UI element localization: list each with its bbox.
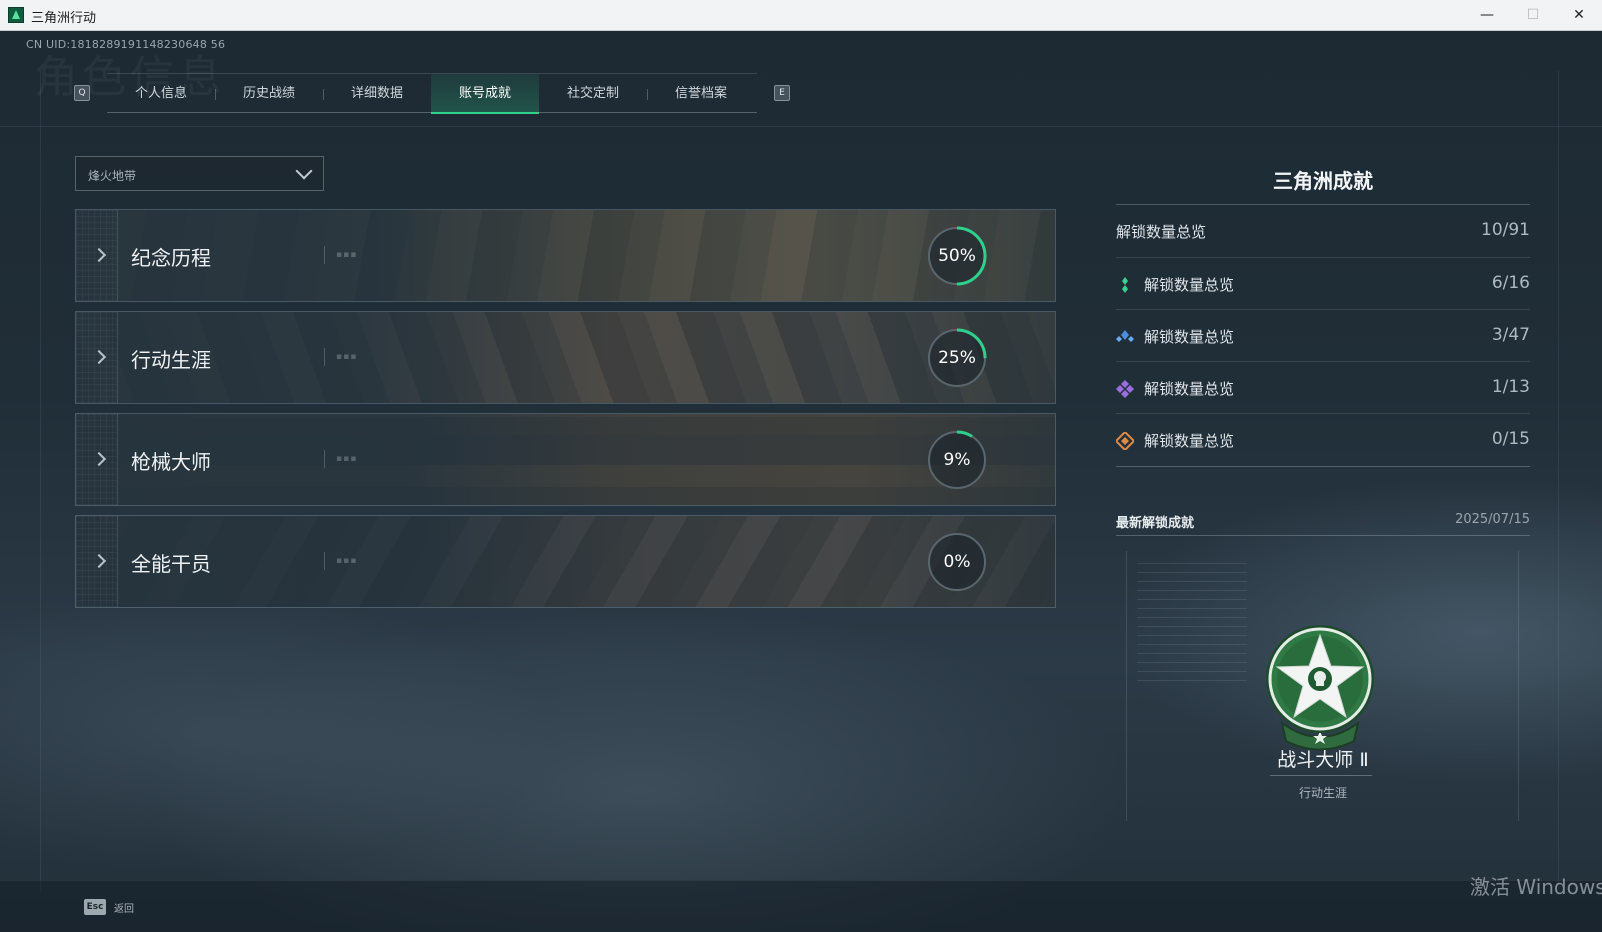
progress-percent: 0% bbox=[943, 552, 971, 572]
stat-label: 解锁数量总览 bbox=[1116, 223, 1207, 241]
tab-profile[interactable]: 个人信息 bbox=[107, 74, 215, 114]
window-titlebar: 三角洲行动 — ☐ ✕ bbox=[0, 0, 1602, 31]
category-label: 枪械大师 bbox=[131, 450, 211, 474]
progress-percent: 9% bbox=[943, 450, 971, 470]
tab-social[interactable]: 社交定制 bbox=[539, 74, 647, 114]
card-divider bbox=[324, 552, 325, 570]
category-card-memorial[interactable]: 纪念历程 ▪▪▪ 50% bbox=[75, 209, 1056, 302]
stat-row-total: 解锁数量总览 10/91 bbox=[1116, 205, 1530, 257]
next-tab-key[interactable]: E bbox=[774, 85, 790, 101]
minimize-button[interactable]: — bbox=[1464, 0, 1510, 31]
stat-value: 6/16 bbox=[1491, 273, 1530, 293]
category-label: 全能干员 bbox=[131, 552, 211, 576]
mode-select-value: 烽火地带 bbox=[88, 169, 137, 183]
category-label: 行动生涯 bbox=[131, 348, 211, 372]
orange-gem-icon bbox=[1116, 432, 1134, 450]
card-background bbox=[76, 312, 1055, 403]
tab-details[interactable]: 详细数据 bbox=[323, 74, 431, 114]
stat-value: 0/15 bbox=[1491, 429, 1530, 449]
stat-row-orange: 解锁数量总览 0/15 bbox=[1116, 413, 1530, 465]
panel-divider bbox=[1116, 535, 1530, 536]
card-dots-icon: ▪▪▪ bbox=[336, 352, 358, 362]
purple-gem-icon bbox=[1116, 380, 1134, 398]
tab-achievements[interactable]: 账号成就 bbox=[431, 74, 539, 114]
card-dots-icon: ▪▪▪ bbox=[336, 454, 358, 464]
panel-title: 三角洲成就 bbox=[1273, 169, 1373, 193]
card-background bbox=[76, 414, 1055, 505]
window-title: 三角洲行动 bbox=[31, 11, 97, 26]
latest-achievement-date: 2025/07/15 bbox=[1455, 512, 1530, 527]
showcase-decoration bbox=[1137, 563, 1247, 683]
grid-line bbox=[40, 71, 41, 891]
stat-value: 3/47 bbox=[1491, 325, 1530, 345]
mode-select[interactable]: 烽火地带 bbox=[75, 156, 324, 191]
stat-row-purple: 解锁数量总览 1/13 bbox=[1116, 361, 1530, 413]
prev-tab-key[interactable]: Q bbox=[74, 85, 90, 101]
progress-percent: 25% bbox=[938, 348, 976, 368]
blue-gem-icon bbox=[1116, 330, 1134, 342]
back-label[interactable]: 返回 bbox=[114, 900, 134, 915]
windows-activation-watermark: 激活 Windows bbox=[1470, 875, 1602, 899]
badge-category: 行动生涯 bbox=[1298, 786, 1347, 800]
category-card-weapons[interactable]: 枪械大师 ▪▪▪ 9% bbox=[75, 413, 1056, 506]
category-card-career[interactable]: 行动生涯 ▪▪▪ 25% bbox=[75, 311, 1056, 404]
chevron-down-icon bbox=[297, 164, 311, 178]
tab-reputation[interactable]: 信誉档案 bbox=[647, 74, 755, 114]
tab-history[interactable]: 历史战绩 bbox=[215, 74, 323, 114]
grid-line bbox=[0, 126, 1602, 127]
user-uid: CN UID:1818289191148230648 56 bbox=[26, 38, 226, 51]
stat-label: 解锁数量总览 bbox=[1144, 328, 1235, 346]
esc-key[interactable]: Esc bbox=[84, 899, 106, 915]
card-background bbox=[76, 516, 1055, 607]
panel-divider bbox=[1116, 466, 1530, 467]
latest-achievement-label: 最新解锁成就 bbox=[1116, 516, 1195, 531]
card-background bbox=[76, 210, 1055, 301]
card-divider bbox=[324, 450, 325, 468]
card-divider bbox=[324, 246, 325, 264]
stat-value: 10/91 bbox=[1481, 220, 1530, 240]
star-badge-icon[interactable] bbox=[1262, 623, 1378, 753]
card-dots-icon: ▪▪▪ bbox=[336, 250, 358, 260]
stat-value: 1/13 bbox=[1491, 377, 1530, 397]
maximize-button[interactable]: ☐ bbox=[1510, 0, 1556, 31]
tab-bar: 个人信息 历史战绩 详细数据 账号成就 社交定制 信誉档案 bbox=[107, 73, 757, 114]
stat-label: 解锁数量总览 bbox=[1144, 380, 1235, 398]
green-gem-icon bbox=[1122, 277, 1128, 293]
category-label: 纪念历程 bbox=[131, 246, 211, 270]
close-button[interactable]: ✕ bbox=[1556, 0, 1602, 31]
badge-divider bbox=[1270, 775, 1372, 776]
game-viewport: 角色信息 CN UID:1818289191148230648 56 Q 个人信… bbox=[0, 31, 1602, 932]
stat-label: 解锁数量总览 bbox=[1144, 276, 1235, 294]
card-dots-icon: ▪▪▪ bbox=[336, 556, 358, 566]
footer-bar: Esc 返回 bbox=[0, 880, 1602, 932]
card-divider bbox=[324, 348, 325, 366]
badge-name: 战斗大师 Ⅱ bbox=[1277, 749, 1369, 771]
grid-line bbox=[1558, 71, 1559, 891]
app-logo-icon bbox=[8, 7, 24, 23]
stat-row-green: 解锁数量总览 6/16 bbox=[1116, 257, 1530, 309]
stat-label: 解锁数量总览 bbox=[1144, 432, 1235, 450]
category-card-operator[interactable]: 全能干员 ▪▪▪ 0% bbox=[75, 515, 1056, 608]
stat-row-blue: 解锁数量总览 3/47 bbox=[1116, 309, 1530, 361]
progress-percent: 50% bbox=[938, 246, 976, 266]
